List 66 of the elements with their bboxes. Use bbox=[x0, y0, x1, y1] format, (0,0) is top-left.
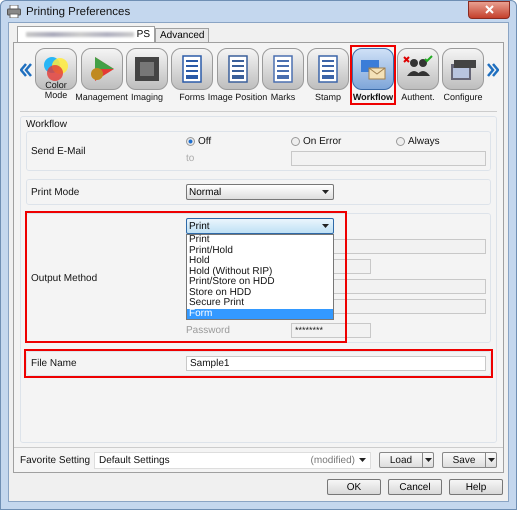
category-button[interactable] bbox=[262, 48, 304, 90]
field-label: Password bbox=[186, 325, 230, 336]
close-icon bbox=[484, 5, 494, 14]
category-button[interactable] bbox=[352, 48, 394, 90]
category-button[interactable] bbox=[35, 48, 77, 90]
dropdown-option[interactable]: Print/Store on HDD bbox=[187, 277, 333, 288]
close-button[interactable] bbox=[468, 1, 510, 18]
radio-option[interactable]: Always bbox=[396, 136, 501, 147]
caret-icon bbox=[322, 190, 329, 194]
field-label: File Name bbox=[31, 358, 78, 369]
button-label: Save bbox=[452, 454, 476, 466]
category-button[interactable] bbox=[216, 48, 258, 90]
dropdown-option[interactable]: Store on HDD bbox=[187, 288, 333, 298]
category-label: Forms bbox=[179, 92, 205, 102]
print-mode-dropdown[interactable]: Normal bbox=[186, 184, 334, 200]
tab[interactable]: PS bbox=[17, 26, 155, 42]
category-label: Imaging bbox=[130, 92, 164, 102]
category-label: Color Mode bbox=[44, 80, 68, 100]
radio-option[interactable]: On Error bbox=[291, 136, 396, 147]
dialog-button[interactable]: Help bbox=[449, 479, 503, 495]
category-label: Management bbox=[75, 92, 128, 102]
scroll-left-icon[interactable] bbox=[20, 63, 32, 77]
caret-icon bbox=[488, 458, 494, 462]
password-field[interactable]: ******** bbox=[291, 323, 371, 338]
email-field[interactable] bbox=[291, 151, 486, 166]
caret-icon bbox=[424, 458, 432, 462]
group-title: Workflow bbox=[26, 119, 67, 130]
window-title: Printing Preferences bbox=[26, 6, 132, 18]
category-button[interactable] bbox=[397, 48, 439, 90]
dialog-button[interactable]: OK bbox=[327, 479, 381, 495]
field-label: Send E-Mail bbox=[31, 146, 86, 156]
dropdown-option[interactable]: Secure Print bbox=[187, 298, 333, 308]
field-label: Favorite Setting bbox=[20, 454, 90, 466]
output-method-dropdown[interactable]: Print bbox=[186, 218, 334, 234]
radio-option[interactable]: Off bbox=[186, 136, 291, 147]
dropdown-option[interactable]: Print/Hold bbox=[187, 246, 333, 256]
dropdown-option[interactable]: Print bbox=[187, 235, 333, 246]
field-label: Print Mode bbox=[31, 186, 80, 198]
printer-icon bbox=[7, 5, 21, 18]
dropdown-option[interactable]: Hold (Without RIP) bbox=[187, 266, 333, 277]
dropdown-value: Default Settings bbox=[99, 454, 171, 466]
tab[interactable]: Advanced bbox=[155, 28, 210, 42]
file-name-field[interactable]: Sample1 bbox=[186, 356, 486, 371]
category-button[interactable] bbox=[307, 48, 349, 90]
dropdown-option[interactable]: Hold bbox=[187, 256, 333, 266]
caret-icon bbox=[359, 458, 366, 462]
category-button[interactable] bbox=[126, 48, 168, 90]
category-button[interactable] bbox=[171, 48, 213, 90]
category-label: Image Position bbox=[208, 92, 268, 102]
favorite-dropdown[interactable]: Default Settings (modified) bbox=[94, 452, 371, 468]
category-button[interactable] bbox=[442, 48, 484, 90]
split-button[interactable]: Save bbox=[442, 452, 497, 468]
field-label: Output Method bbox=[31, 272, 98, 284]
caret-icon bbox=[322, 224, 329, 228]
scroll-right-icon[interactable] bbox=[487, 63, 499, 77]
grid-icon bbox=[132, 54, 162, 84]
modified-note: (modified) bbox=[310, 454, 355, 466]
category-label: Workflow bbox=[352, 92, 394, 102]
category-label: Configure bbox=[443, 92, 483, 102]
dialog-button[interactable]: Cancel bbox=[388, 479, 442, 495]
category-label: Marks bbox=[270, 92, 296, 102]
category-label: Authent. bbox=[401, 92, 435, 102]
field-label: to bbox=[186, 153, 196, 164]
category-label: Stamp bbox=[314, 92, 341, 102]
button-label: Load bbox=[388, 454, 414, 466]
split-button[interactable]: Load bbox=[379, 452, 434, 468]
